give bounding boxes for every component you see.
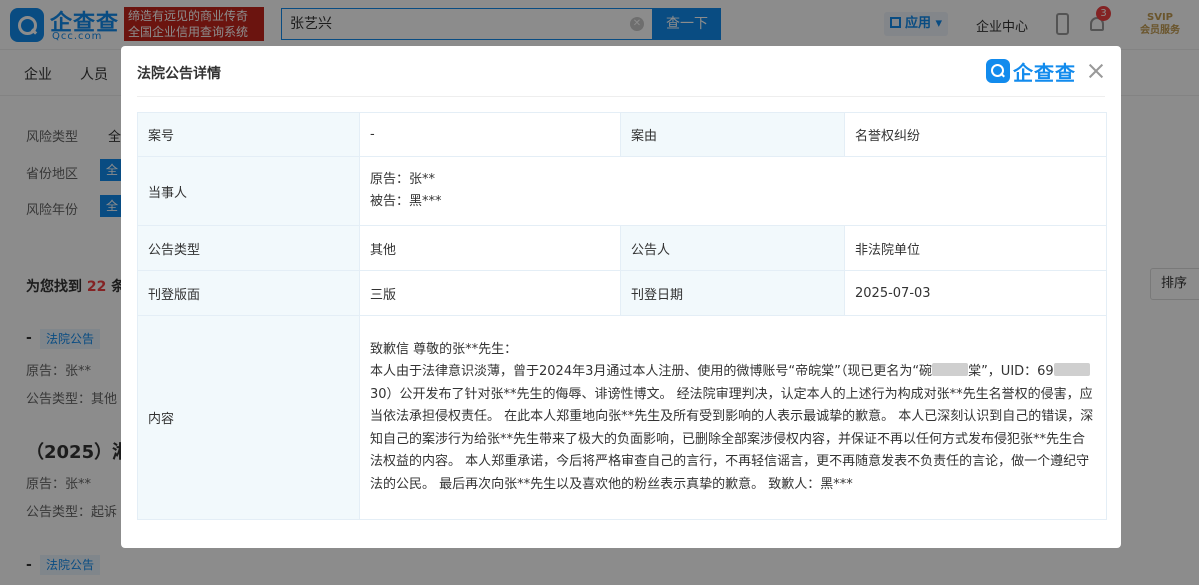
defendant-value: 被告：黑*** <box>370 194 442 209</box>
modal-divider <box>137 96 1105 97</box>
table-row: 案号 - 案由 名誉权纠纷 <box>137 112 1107 157</box>
case-number-value: - <box>359 112 621 157</box>
table-row: 内容 致歉信 尊敬的张**先生： 本人由于法律意识淡薄，曾于2024年3月通过本人… <box>137 315 1107 520</box>
case-cause-label: 案由 <box>620 112 845 157</box>
table-row: 刊登版面 三版 刊登日期 2025-07-03 <box>137 270 1107 316</box>
modal-logo-text: 企查查 <box>1013 61 1076 85</box>
redacted-mask <box>932 363 969 377</box>
notice-type-label: 公告类型 <box>137 225 360 271</box>
case-number-label: 案号 <box>137 112 360 157</box>
notice-type-value: 其他 <box>359 225 621 271</box>
content-value: 致歉信 尊敬的张**先生： 本人由于法律意识淡薄，曾于2024年3月通过本人注册、… <box>359 315 1107 520</box>
parties-value: 原告：张** 被告：黑*** <box>359 156 1107 226</box>
content-label: 内容 <box>137 315 360 520</box>
publish-section-value: 三版 <box>359 270 621 316</box>
modal-title: 法院公告详情 <box>137 66 221 82</box>
content-text-2: 棠”，UID：69 <box>968 364 1054 380</box>
publish-date-label: 刊登日期 <box>620 270 845 316</box>
publish-section-label: 刊登版面 <box>137 270 360 316</box>
parties-label: 当事人 <box>137 156 360 226</box>
table-row: 公告类型 其他 公告人 非法院单位 <box>137 225 1107 271</box>
case-cause-value: 名誉权纠纷 <box>844 112 1107 157</box>
notice-detail-table: 案号 - 案由 名誉权纠纷 当事人 原告：张** 被告：黑*** 公告类型 其他… <box>137 112 1107 520</box>
content-text-3: 30）公开发布了针对张**先生的侮辱、诽谤性博文。 经法院审理判决，认定本人的上… <box>370 386 1094 492</box>
court-notice-detail-modal: 法院公告详情 企查查 案号 - 案由 名誉权纠纷 当事人 原告：张** 被告：黑… <box>121 46 1121 548</box>
redacted-mask <box>1053 363 1090 377</box>
plaintiff-value: 原告：张** <box>370 172 436 187</box>
qcc-logo-icon <box>986 59 1010 83</box>
close-icon[interactable] <box>1086 61 1106 81</box>
publish-date-value: 2025-07-03 <box>844 270 1107 316</box>
announcer-label: 公告人 <box>620 225 845 271</box>
table-row: 当事人 原告：张** 被告：黑*** <box>137 156 1107 226</box>
content-greeting: 致歉信 尊敬的张**先生： <box>370 341 518 357</box>
announcer-value: 非法院单位 <box>844 225 1107 271</box>
content-text-1: 本人由于法律意识淡薄，曾于2024年3月通过本人注册、使用的微博账号“帝皖棠”（… <box>370 364 933 380</box>
